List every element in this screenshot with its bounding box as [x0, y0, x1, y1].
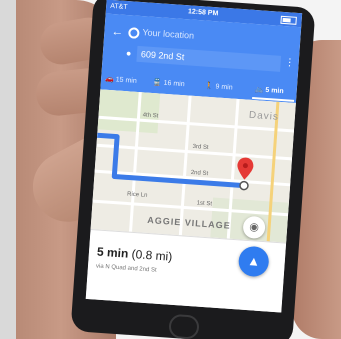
- route-summary-sheet[interactable]: 5 min (0.8 mi) via N Quad and 2nd St ▲: [85, 229, 287, 313]
- clock: 12:58 PM: [187, 8, 219, 18]
- route-duration: 5 min (0.8 mi): [97, 245, 173, 264]
- map-label-1st: 1st St: [196, 200, 213, 208]
- route-via: via N Quad and 2nd St: [95, 263, 157, 274]
- start-navigation-button[interactable]: ▲: [237, 245, 270, 278]
- tab-transit[interactable]: 🚆 16 min: [153, 78, 185, 88]
- back-arrow-icon[interactable]: ←: [111, 24, 124, 39]
- map-label-3rd: 3rd St: [192, 143, 209, 152]
- car-icon: 🚗: [104, 75, 115, 84]
- tab-walk[interactable]: 🚶 9 min: [205, 82, 233, 92]
- origin-input[interactable]: Your location: [138, 24, 283, 50]
- phone-screen: AT&T 12:58 PM ← Your location ● 609 2nd …: [85, 0, 303, 313]
- tab-walk-label: 9 min: [215, 83, 233, 92]
- tab-drive-label: 15 min: [115, 76, 137, 85]
- map-view[interactable]: 4th St 3rd St 2nd St Rice Ln 1st St AGGI…: [90, 89, 296, 243]
- transit-icon: 🚆: [152, 79, 162, 87]
- park-area: [97, 89, 161, 134]
- map-label-4th: 4th St: [142, 112, 159, 120]
- more-options-icon[interactable]: ⋮: [284, 57, 295, 69]
- tab-bike[interactable]: 🚲 5 min: [254, 85, 283, 95]
- destination-input[interactable]: 609 2nd St: [136, 45, 282, 72]
- destination-circle-icon: [239, 180, 249, 191]
- crosshair-icon: ◉: [248, 221, 260, 234]
- map-label-2nd: 2nd St: [190, 169, 209, 178]
- directions-header: ← Your location ● 609 2nd St ⋮ 🚗 15 min …: [100, 13, 302, 104]
- photo-scene: AT&T 12:58 PM ← Your location ● 609 2nd …: [0, 0, 341, 339]
- tab-drive[interactable]: 🚗 15 min: [105, 75, 137, 85]
- tab-bike-label: 5 min: [265, 86, 284, 96]
- tab-transit-label: 16 min: [163, 79, 185, 89]
- battery-icon: [280, 15, 297, 25]
- map-label-davis: Davis: [248, 109, 280, 123]
- destination-pin-icon: ●: [125, 48, 132, 59]
- phone: AT&T 12:58 PM ← Your location ● 609 2nd …: [70, 0, 316, 339]
- home-button[interactable]: [168, 313, 200, 339]
- navigation-arrow-icon: ▲: [246, 253, 261, 269]
- carrier-label: AT&T: [109, 2, 128, 12]
- route-distance: (0.8 mi): [131, 246, 173, 264]
- walk-icon: 🚶: [204, 82, 214, 91]
- background-left: [0, 0, 16, 339]
- bike-icon: 🚲: [254, 86, 264, 94]
- route-time: 5 min: [96, 244, 129, 261]
